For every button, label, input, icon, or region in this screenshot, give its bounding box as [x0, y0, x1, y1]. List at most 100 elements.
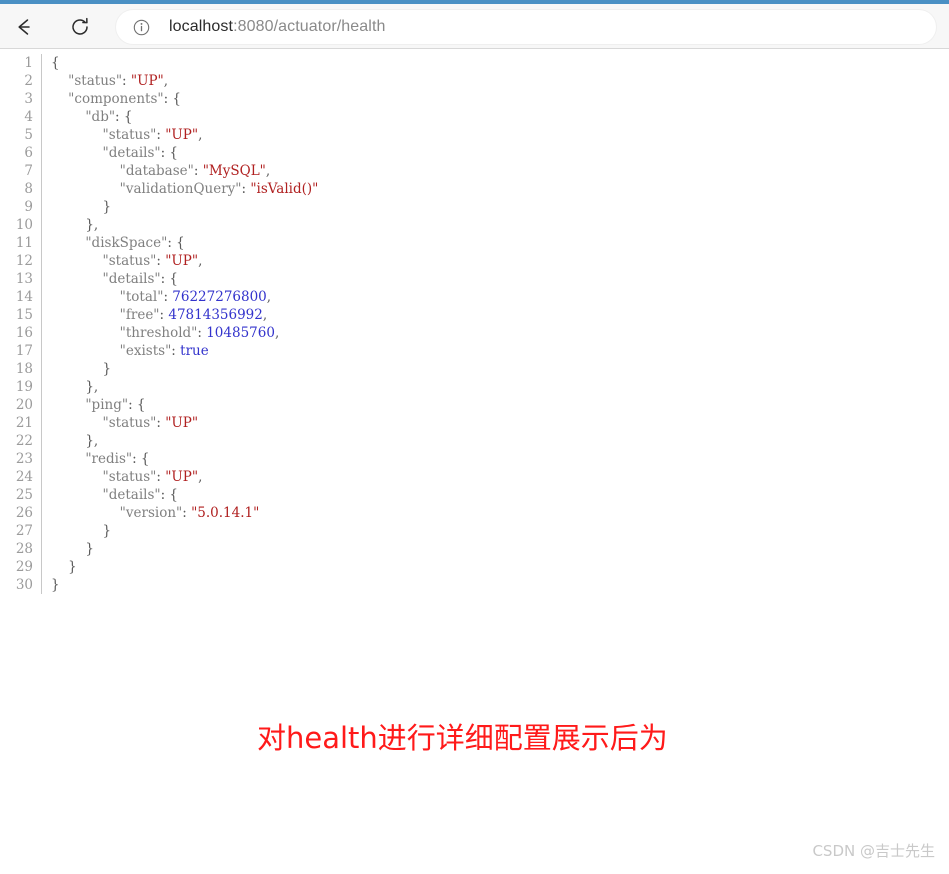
line-number: 5 — [24, 127, 33, 143]
line-number: 3 — [24, 91, 33, 107]
json-line: }, — [51, 378, 318, 396]
json-token-str: "isValid()" — [250, 181, 319, 197]
site-info-icon[interactable] — [132, 18, 150, 36]
line-number: 29 — [15, 559, 33, 575]
json-token-punct: } — [102, 199, 112, 215]
json-token-num: 10485760 — [206, 325, 275, 341]
json-token-punct: : — [156, 127, 166, 143]
json-token-str: "UP" — [165, 127, 199, 143]
json-token-punct: : — [193, 163, 203, 179]
json-token-punct: : — [122, 73, 131, 89]
json-token-key: "validationQuery" — [119, 181, 242, 197]
browser-toolbar: localhost:8080/actuator/health — [0, 4, 949, 49]
json-token-punct: } — [102, 523, 112, 539]
json-token-punct: , — [265, 163, 271, 179]
json-token-key: "db" — [85, 109, 116, 125]
json-token-punct: : { — [167, 235, 185, 251]
json-line: } — [51, 522, 318, 540]
json-line: "status": "UP", — [51, 252, 318, 270]
json-token-key: "status" — [68, 73, 123, 89]
json-line: "ping": { — [51, 396, 318, 414]
json-line: }, — [51, 216, 318, 234]
json-token-punct: } — [51, 577, 60, 593]
json-token-punct: , — [198, 469, 203, 485]
line-number: 13 — [15, 271, 33, 287]
line-number: 25 — [15, 487, 33, 503]
json-line: { — [51, 54, 318, 72]
json-line: } — [51, 540, 318, 558]
json-token-num: 47814356992 — [168, 307, 263, 323]
json-token-punct: , — [266, 289, 272, 305]
line-number: 22 — [15, 433, 33, 449]
line-number: 16 — [15, 325, 33, 341]
json-token-str: "5.0.14.1" — [191, 505, 260, 521]
json-token-punct: { — [51, 55, 60, 71]
json-token-punct: , — [198, 253, 203, 269]
line-number: 11 — [15, 235, 33, 251]
json-token-punct: , — [262, 307, 268, 323]
line-number: 17 — [15, 343, 33, 359]
json-token-punct: : — [171, 343, 181, 359]
line-number: 7 — [24, 163, 33, 179]
watermark: CSDN @吉士先生 — [812, 842, 935, 860]
reload-button[interactable] — [64, 11, 96, 43]
json-token-punct: : { — [132, 451, 150, 467]
json-token-key: "free" — [119, 307, 160, 323]
json-line: "components": { — [51, 90, 318, 108]
json-token-punct: } — [85, 541, 94, 557]
url-path: :8080/actuator/health — [233, 18, 386, 35]
json-token-str: "MySQL" — [202, 163, 266, 179]
json-token-punct: , — [274, 325, 280, 341]
json-token-punct: : { — [163, 91, 182, 107]
json-token-key: "status" — [102, 469, 157, 485]
json-token-key: "details" — [102, 145, 161, 161]
line-number: 12 — [15, 253, 33, 269]
json-token-key: "database" — [119, 163, 194, 179]
back-arrow-icon — [18, 19, 30, 35]
annotation-text: 对health进行详细配置展示后为 — [257, 721, 668, 755]
line-number: 6 — [24, 145, 33, 161]
json-token-key: "details" — [102, 271, 161, 287]
line-number: 15 — [15, 307, 33, 323]
json-line: "free": 47814356992, — [51, 306, 318, 324]
json-line: "status": "UP", — [51, 72, 318, 90]
line-number: 8 — [24, 181, 33, 197]
json-token-punct: }, — [85, 379, 99, 395]
json-token-punct: : — [156, 253, 166, 269]
json-token-punct: , — [198, 127, 203, 143]
json-line: "db": { — [51, 108, 318, 126]
json-token-punct: : { — [160, 271, 179, 287]
json-token-key: "components" — [68, 91, 164, 107]
json-line: "status": "UP", — [51, 468, 318, 486]
line-number: 28 — [15, 541, 33, 557]
json-line: "details": { — [51, 144, 318, 162]
json-token-punct: : — [197, 325, 207, 341]
json-token-punct: : — [156, 469, 166, 485]
json-token-punct: } — [102, 361, 112, 377]
reload-icon — [72, 17, 88, 35]
line-number: 30 — [15, 577, 33, 593]
info-circle-icon — [133, 19, 149, 35]
line-number: 9 — [24, 199, 33, 215]
back-button[interactable] — [8, 11, 40, 43]
json-token-punct: : — [182, 505, 192, 521]
line-number: 23 — [15, 451, 33, 467]
json-line: "total": 76227276800, — [51, 288, 318, 306]
json-line: "threshold": 10485760, — [51, 324, 318, 342]
json-body: 1 2 3 4 5 6 7 8 9 10 11 12 13 14 15 16 17 18 19 20 21 22 23 24 2… — [0, 54, 318, 594]
json-token-key: "threshold" — [119, 325, 198, 341]
address-bar[interactable]: localhost:8080/actuator/health — [116, 10, 936, 44]
json-line: } — [51, 360, 318, 378]
